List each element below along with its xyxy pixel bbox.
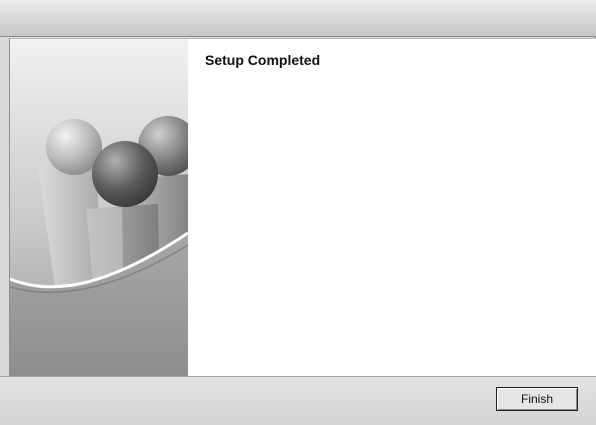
page-title: Setup Completed (205, 52, 321, 68)
wizard-content-panel: Setup Completed (9, 38, 596, 376)
button-bar: Finish (0, 376, 596, 425)
people-spheres-artwork (10, 39, 188, 376)
finish-button[interactable]: Finish (496, 387, 578, 411)
title-bar (0, 0, 596, 37)
setup-wizard-window: Setup Completed Finish (0, 0, 596, 425)
